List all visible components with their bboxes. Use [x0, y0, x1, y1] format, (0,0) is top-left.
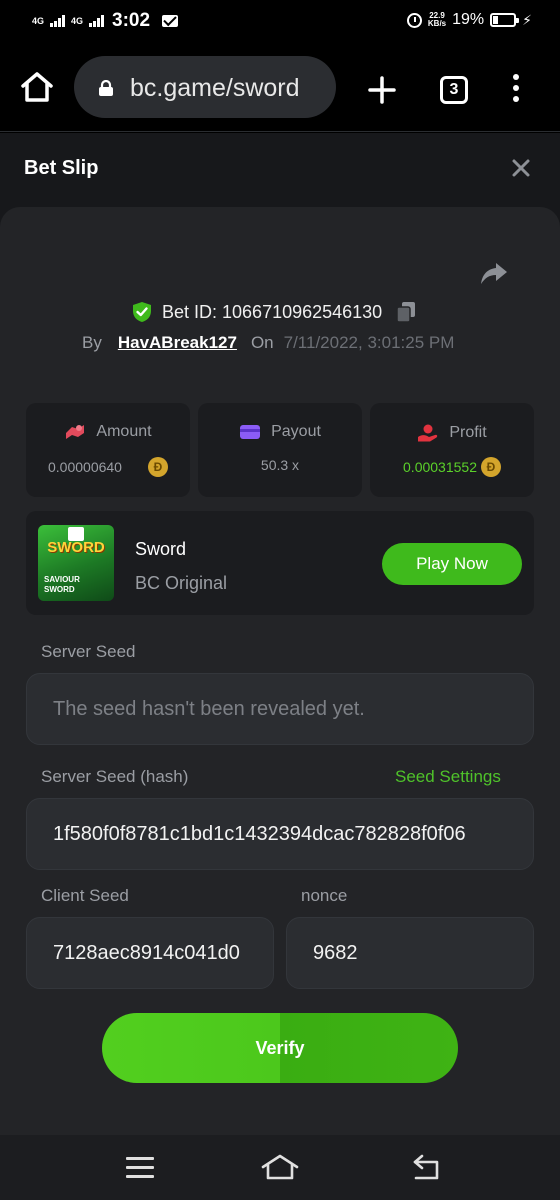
- by-label: By: [82, 333, 102, 352]
- game-name: Sword: [135, 539, 187, 559]
- amount-label: Amount: [96, 423, 152, 440]
- system-nav-bar: [0, 1135, 560, 1200]
- lock-icon: [99, 80, 113, 96]
- tab-switcher-button[interactable]: 3: [440, 76, 468, 104]
- back-icon[interactable]: [410, 1153, 442, 1181]
- battery-percent: 19%: [452, 11, 485, 28]
- share-icon[interactable]: [480, 261, 508, 287]
- home-icon[interactable]: [20, 70, 54, 104]
- profit-card: Profit 0.00031552 Đ: [370, 403, 534, 497]
- signal-icon: [89, 15, 105, 27]
- amount-value: 0.00000640: [48, 459, 122, 475]
- server-seed-hash-value: 1f580f0f8781c1bd1c1432394dcac782828f0f06: [53, 823, 466, 845]
- alarm-icon: [406, 12, 422, 28]
- new-tab-icon[interactable]: [364, 72, 400, 108]
- client-seed-label: Client Seed: [41, 886, 129, 905]
- address-bar[interactable]: bc.game/sword: [74, 56, 336, 118]
- status-bar: 4G 4G 3:02 22.9 KB/s 19% ⚡: [0, 0, 560, 44]
- server-seed-field[interactable]: The seed hasn't been revealed yet.: [26, 673, 534, 745]
- payout-value: 50.3 x: [260, 457, 300, 473]
- clock: 3:02: [112, 10, 151, 31]
- battery-icon: [490, 13, 520, 27]
- network-type-2: 4G: [71, 15, 84, 26]
- client-seed-field[interactable]: 7128aec8914c041d0: [26, 917, 274, 989]
- recent-apps-icon[interactable]: [126, 1157, 154, 1179]
- shield-check-icon: [133, 302, 151, 322]
- doge-coin-icon: Đ: [148, 457, 168, 477]
- network-type-1: 4G: [32, 15, 45, 26]
- profit-icon: [418, 424, 438, 442]
- more-options-icon[interactable]: [508, 74, 524, 108]
- thumbnail-title: SWORD: [47, 539, 105, 556]
- profit-label: Profit: [449, 424, 487, 441]
- verify-button[interactable]: Verify: [102, 1013, 458, 1083]
- amount-card: Amount 0.00000640 Đ: [26, 403, 190, 497]
- url-text: bc.game/sword: [130, 74, 300, 102]
- bet-id-row: Bet ID: 1066710962546130: [132, 299, 416, 325]
- username-link[interactable]: HavABreak127: [118, 333, 237, 353]
- close-icon[interactable]: [510, 157, 532, 179]
- bet-author-row: By HavABreak127 On 7/11/2022, 3:01:25 PM: [82, 333, 454, 353]
- server-seed-hash-field[interactable]: 1f580f0f8781c1bd1c1432394dcac782828f0f06: [26, 798, 534, 870]
- seed-settings-link[interactable]: Seed Settings: [395, 767, 501, 787]
- on-label: On: [250, 333, 274, 352]
- amount-icon: [66, 425, 85, 439]
- client-seed-value: 7128aec8914c041d0: [53, 942, 240, 964]
- game-thumbnail[interactable]: SWORD SAVIOUR SWORD: [38, 525, 114, 601]
- browser-toolbar: bc.game/sword 3: [0, 44, 560, 132]
- bet-date: 7/11/2022, 3:01:25 PM: [283, 333, 455, 352]
- server-seed-placeholder: The seed hasn't been revealed yet.: [53, 698, 365, 720]
- server-seed-hash-label: Server Seed (hash): [41, 767, 189, 786]
- bet-detail-panel: Bet ID: 1066710962546130 By HavABreak127…: [0, 207, 560, 1135]
- game-card: SWORD SAVIOUR SWORD Sword BC Original Pla…: [26, 511, 534, 615]
- wallet-icon: [240, 425, 261, 439]
- payout-label: Payout: [271, 423, 321, 440]
- server-seed-label: Server Seed: [41, 642, 136, 661]
- profit-value: 0.00031552: [403, 459, 477, 475]
- nonce-label: nonce: [301, 886, 348, 905]
- bet-id: Bet ID: 1066710962546130: [162, 301, 383, 322]
- signal-icon: [50, 15, 66, 27]
- mail-icon: [162, 15, 179, 27]
- home-nav-icon[interactable]: [260, 1153, 300, 1181]
- thumbnail-subtitle: SAVIOUR SWORD: [44, 575, 80, 594]
- bet-stats: Amount 0.00000640 Đ Payout 50.3 x Profit…: [26, 403, 534, 497]
- play-now-button[interactable]: Play Now: [382, 543, 522, 585]
- game-subtitle: BC Original: [135, 573, 228, 593]
- network-speed: 22.9 KB/s: [427, 11, 447, 28]
- copy-icon[interactable]: [396, 301, 416, 323]
- charging-icon: ⚡: [522, 11, 532, 28]
- page-title: Bet Slip: [24, 157, 99, 179]
- doge-coin-icon: Đ: [480, 457, 501, 477]
- payout-card: Payout 50.3 x: [198, 403, 362, 497]
- nonce-value: 9682: [313, 942, 358, 964]
- nonce-field[interactable]: 9682: [286, 917, 534, 989]
- bet-slip-page: Bet Slip Bet ID: 1066710962546130 By Hav…: [0, 133, 560, 1135]
